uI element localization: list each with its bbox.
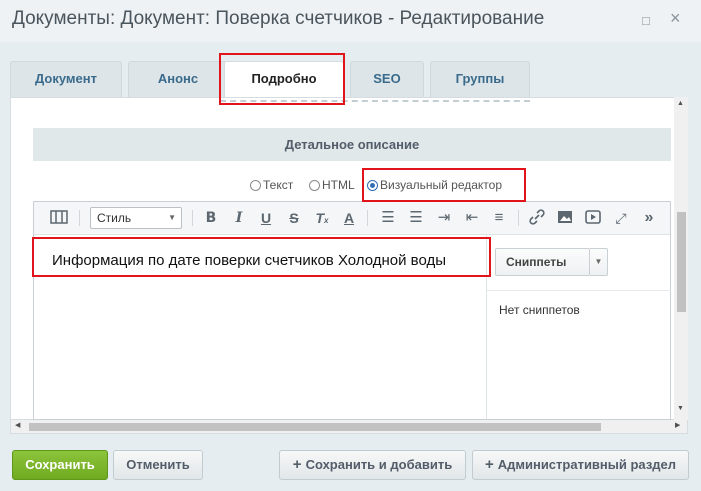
toolbar-separator bbox=[192, 210, 193, 226]
style-select-value: Стиль bbox=[97, 211, 132, 225]
snippets-divider bbox=[487, 290, 671, 291]
toolbar-separator bbox=[518, 210, 519, 226]
snippets-empty-text: Нет сниппетов bbox=[499, 303, 580, 317]
unordered-list-icon[interactable]: ☰ bbox=[407, 209, 425, 227]
toolbar-separator bbox=[79, 210, 80, 226]
admin-section-button[interactable]: + Административный раздел bbox=[472, 450, 689, 480]
section-title: Детальное описание bbox=[33, 128, 671, 161]
highlight-editor-text bbox=[32, 237, 491, 277]
admin-section-label: Административный раздел bbox=[497, 457, 677, 472]
chevron-down-icon: ▼ bbox=[168, 213, 176, 222]
snippets-button[interactable]: Сниппеты bbox=[495, 248, 590, 276]
mode-html-radio[interactable] bbox=[309, 179, 320, 191]
window-title: Документы: Документ: Поверка счетчиков -… bbox=[12, 8, 545, 29]
plus-icon: + bbox=[292, 456, 302, 473]
window-titlebar: Документы: Документ: Поверка счетчиков -… bbox=[0, 0, 701, 42]
strikethrough-icon[interactable]: S bbox=[285, 209, 303, 227]
horizontal-scroll-thumb[interactable] bbox=[29, 423, 601, 431]
outdent-icon[interactable]: ⇤ bbox=[463, 209, 481, 227]
align-icon[interactable]: ≡ bbox=[490, 209, 508, 227]
chevron-down-icon[interactable]: ▼ bbox=[590, 248, 608, 276]
plus-icon: + bbox=[484, 456, 494, 473]
video-icon[interactable] bbox=[584, 209, 602, 227]
highlight-visual-mode bbox=[362, 168, 526, 202]
save-button[interactable]: Сохранить bbox=[12, 450, 108, 480]
cancel-button[interactable]: Отменить bbox=[113, 450, 203, 480]
mode-text-label: Текст bbox=[263, 178, 294, 192]
scroll-right-icon[interactable]: ▶ bbox=[675, 421, 680, 429]
maximize-icon[interactable]: □ bbox=[642, 13, 650, 29]
tab-document[interactable]: Документ bbox=[10, 61, 122, 97]
tab-seo[interactable]: SEO bbox=[350, 61, 424, 97]
visual-editor: Стиль ▼ B I U S Tx A ☰ ☰ ⇥ ⇤ ≡ ⤢ » Инфор… bbox=[33, 201, 671, 420]
image-icon[interactable] bbox=[556, 209, 574, 227]
save-and-add-label: Сохранить и добавить bbox=[305, 457, 453, 472]
more-icon[interactable]: » bbox=[640, 209, 658, 227]
text-color-icon[interactable]: A bbox=[340, 209, 358, 227]
fullscreen-toggle-icon[interactable] bbox=[50, 209, 68, 227]
save-and-add-button[interactable]: + Сохранить и добавить bbox=[279, 450, 466, 480]
mode-html-label: HTML bbox=[322, 178, 355, 192]
horizontal-scrollbar[interactable]: ◀ ▶ bbox=[10, 420, 688, 434]
bold-icon[interactable]: B bbox=[202, 209, 220, 227]
scroll-left-icon[interactable]: ◀ bbox=[15, 421, 20, 429]
snippets-pane: Сниппеты ▼ Нет сниппетов bbox=[486, 235, 671, 419]
style-select[interactable]: Стиль ▼ bbox=[90, 207, 182, 229]
toolbar-separator bbox=[367, 210, 368, 226]
link-icon[interactable] bbox=[528, 209, 546, 227]
close-icon[interactable]: × bbox=[670, 9, 681, 27]
italic-icon[interactable]: I bbox=[230, 209, 248, 227]
tab-announce[interactable]: Анонс bbox=[128, 61, 228, 97]
mode-text-radio[interactable] bbox=[250, 179, 261, 191]
remove-format-icon[interactable]: Tx bbox=[313, 209, 331, 227]
scroll-up-icon[interactable]: ▲ bbox=[677, 100, 684, 107]
expand-icon[interactable]: ⤢ bbox=[612, 209, 630, 227]
underline-icon[interactable]: U bbox=[257, 209, 275, 227]
vertical-scroll-thumb[interactable] bbox=[677, 212, 686, 312]
tab-groups[interactable]: Группы bbox=[430, 61, 530, 97]
vertical-scrollbar[interactable]: ▲ ▼ bbox=[674, 97, 688, 420]
highlight-tab-details bbox=[219, 53, 345, 105]
mode-text-option[interactable]: Текст bbox=[250, 178, 293, 192]
scroll-down-icon[interactable]: ▼ bbox=[677, 405, 684, 412]
mode-html-option[interactable]: HTML bbox=[309, 178, 355, 192]
indent-icon[interactable]: ⇥ bbox=[435, 209, 453, 227]
ordered-list-icon[interactable]: ☰ bbox=[379, 209, 397, 227]
editor-toolbar: Стиль ▼ B I U S Tx A ☰ ☰ ⇥ ⇤ ≡ ⤢ » bbox=[34, 202, 670, 235]
